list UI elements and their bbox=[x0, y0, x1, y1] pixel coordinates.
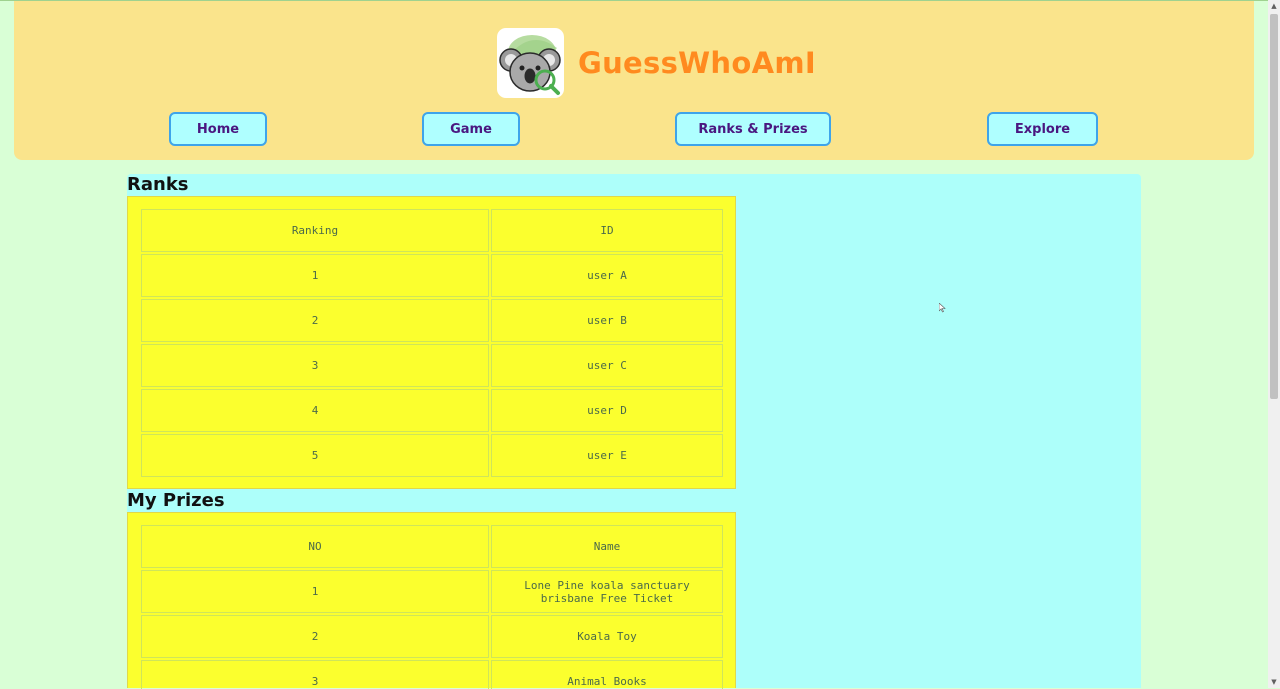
ranks-row-3-rank: 3 bbox=[141, 344, 489, 387]
ranks-row-2-id: user B bbox=[491, 299, 723, 342]
ranks-row-1-rank: 1 bbox=[141, 254, 489, 297]
ranks-header-ranking: Ranking bbox=[141, 209, 489, 252]
ranks-row-5-id: user E bbox=[491, 434, 723, 477]
ranks-row-5-rank: 5 bbox=[141, 434, 489, 477]
scroll-up-arrow-icon[interactable]: ▲ bbox=[1268, 0, 1280, 12]
prizes-heading: My Prizes bbox=[127, 490, 225, 511]
ranks-table: Ranking ID 1 user A 2 user B 3 user C 4 … bbox=[127, 196, 736, 489]
scrollbar-thumb[interactable] bbox=[1270, 14, 1278, 399]
nav-game-button[interactable]: Game bbox=[422, 112, 520, 146]
prizes-row-1-name: Lone Pine koala sanctuary brisbane Free … bbox=[491, 570, 723, 613]
koala-logo-icon[interactable] bbox=[497, 28, 564, 98]
ranks-row-4-id: user D bbox=[491, 389, 723, 432]
nav-ranks-prizes-button[interactable]: Ranks & Prizes bbox=[675, 112, 831, 146]
ranks-header-id: ID bbox=[491, 209, 723, 252]
ranks-row-4-rank: 4 bbox=[141, 389, 489, 432]
ranks-row-3-id: user C bbox=[491, 344, 723, 387]
prizes-row-3-no: 3 bbox=[141, 660, 489, 689]
brand-title[interactable]: GuessWhoAmI bbox=[578, 44, 816, 82]
prizes-row-2-name: Koala Toy bbox=[491, 615, 723, 658]
nav-home-button[interactable]: Home bbox=[169, 112, 267, 146]
prizes-header-no: NO bbox=[141, 525, 489, 568]
mouse-cursor-icon bbox=[938, 298, 946, 317]
ranks-heading: Ranks bbox=[127, 174, 189, 195]
nav-explore-button[interactable]: Explore bbox=[987, 112, 1098, 146]
ranks-row-1-id: user A bbox=[491, 254, 723, 297]
ranks-row-2-rank: 2 bbox=[141, 299, 489, 342]
prizes-row-1-no: 1 bbox=[141, 570, 489, 613]
prizes-row-2-no: 2 bbox=[141, 615, 489, 658]
prizes-table: NO Name 1 Lone Pine koala sanctuary bris… bbox=[127, 512, 736, 689]
scroll-down-arrow-icon[interactable]: ▼ bbox=[1268, 676, 1280, 688]
prizes-header-name: Name bbox=[491, 525, 723, 568]
prizes-row-3-name: Animal Books bbox=[491, 660, 723, 689]
